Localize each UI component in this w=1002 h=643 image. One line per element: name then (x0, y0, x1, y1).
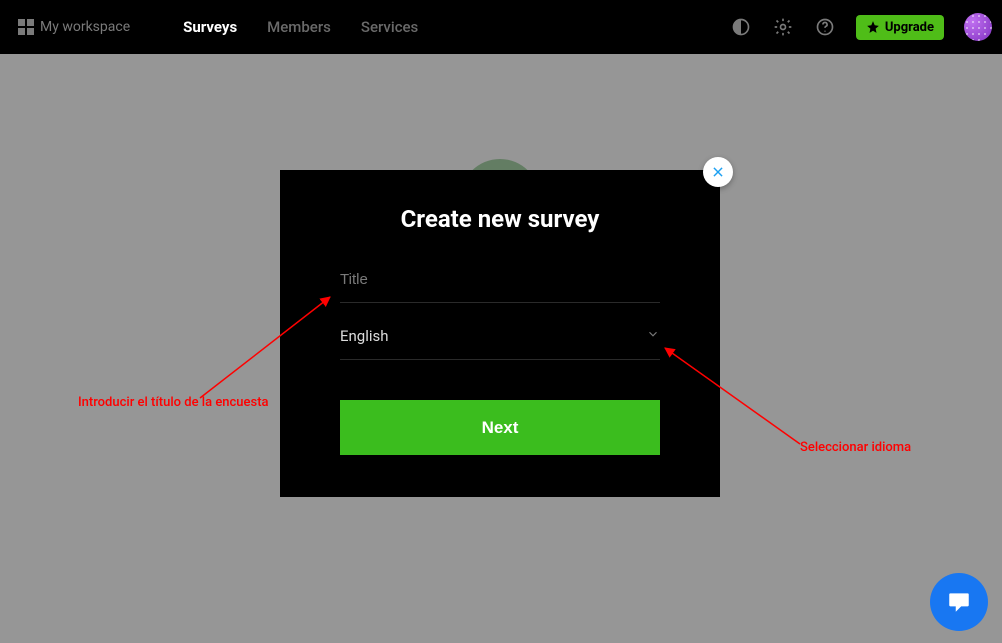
header-right: Upgrade (730, 13, 992, 41)
close-icon (711, 165, 725, 179)
workspace-selector[interactable]: My workspace (10, 15, 138, 39)
theme-icon[interactable] (730, 16, 752, 38)
upgrade-label: Upgrade (885, 20, 934, 35)
settings-icon[interactable] (772, 16, 794, 38)
upgrade-button[interactable]: Upgrade (856, 15, 944, 40)
nav-members[interactable]: Members (267, 18, 331, 36)
close-button[interactable] (703, 157, 733, 187)
app-header: My workspace Surveys Members Services Up… (0, 0, 1002, 54)
chat-icon (946, 589, 972, 615)
create-survey-modal: Create new survey English Next (280, 170, 720, 497)
workspace-label: My workspace (40, 19, 130, 35)
title-field-row (340, 263, 660, 303)
next-button[interactable]: Next (340, 400, 660, 455)
grid-icon (18, 19, 34, 35)
language-select-row[interactable]: English (340, 319, 660, 360)
main-nav: Surveys Members Services (183, 18, 418, 36)
survey-title-input[interactable] (340, 271, 660, 288)
chevron-down-icon (646, 327, 660, 345)
language-value: English (340, 327, 646, 345)
star-icon (866, 20, 880, 34)
modal-title: Create new survey (280, 205, 720, 233)
chat-button[interactable] (930, 573, 988, 631)
nav-services[interactable]: Services (361, 18, 418, 36)
nav-surveys[interactable]: Surveys (183, 18, 237, 36)
help-icon[interactable] (814, 16, 836, 38)
avatar[interactable] (964, 13, 992, 41)
